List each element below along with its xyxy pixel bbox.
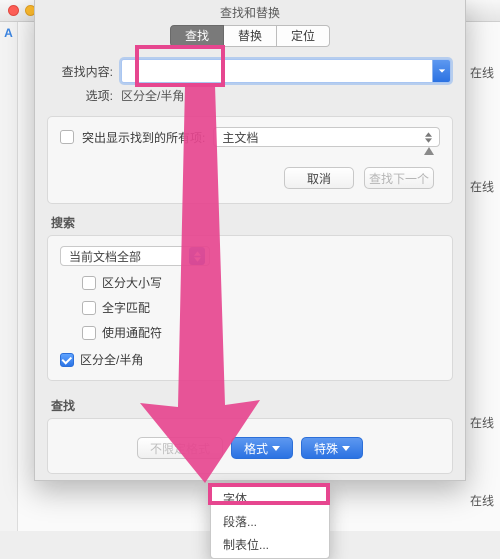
- highlight-scope-select[interactable]: 主文档: [213, 127, 440, 147]
- match-case-label: 区分大小写: [102, 274, 162, 291]
- status-online: 在线: [470, 178, 494, 195]
- special-button[interactable]: 特殊: [301, 437, 363, 459]
- updown-icon: [189, 247, 205, 265]
- special-button-label: 特殊: [314, 440, 338, 457]
- wildcards-label: 使用通配符: [102, 324, 162, 341]
- status-online: 在线: [470, 64, 494, 81]
- highlight-panel: 突出显示找到的所有项: 主文档 取消 查找下一个: [47, 116, 453, 204]
- menu-item-tabs[interactable]: 制表位...: [211, 533, 329, 556]
- find-format-title: 查找: [35, 391, 465, 418]
- match-case-checkbox[interactable]: [82, 276, 96, 290]
- search-scope-select[interactable]: 当前文档全部: [60, 246, 210, 266]
- search-scope-value: 当前文档全部: [69, 248, 179, 265]
- traffic-light-close-icon[interactable]: [8, 5, 19, 16]
- format-menu: 字体... 段落... 制表位...: [210, 484, 330, 559]
- status-online: 在线: [470, 414, 494, 431]
- find-input-wrapper: [121, 59, 451, 83]
- tab-goto[interactable]: 定位: [277, 25, 330, 47]
- cancel-button[interactable]: 取消: [284, 167, 354, 189]
- menu-item-font[interactable]: 字体...: [211, 487, 329, 510]
- find-history-dropdown[interactable]: [432, 60, 450, 82]
- find-label: 查找内容:: [49, 63, 113, 80]
- highlight-scope-value: 主文档: [222, 129, 415, 146]
- tab-find[interactable]: 查找: [170, 25, 224, 47]
- dialog-title: 查找和替换: [35, 0, 465, 23]
- format-button[interactable]: 格式: [231, 437, 293, 459]
- whole-word-label: 全字匹配: [102, 299, 150, 316]
- search-section-title: 搜索: [35, 214, 465, 235]
- menu-item-paragraph[interactable]: 段落...: [211, 510, 329, 533]
- status-online: 在线: [470, 492, 494, 509]
- tool-glyph[interactable]: A: [4, 26, 13, 40]
- parent-toolstrip: A: [0, 22, 18, 531]
- options-label: 选项:: [49, 87, 113, 104]
- no-format-button[interactable]: 不限定格式: [137, 437, 223, 459]
- tabs: 查找 替换 定位: [35, 23, 465, 55]
- format-button-label: 格式: [244, 440, 268, 457]
- find-format-panel: 不限定格式 格式 特殊: [47, 418, 453, 474]
- highlight-all-checkbox[interactable]: [60, 130, 74, 144]
- search-panel: 当前文档全部 区分大小写 全字匹配 使用通配符 区分全/半角: [47, 235, 453, 381]
- panel-collapse-caret[interactable]: [60, 147, 440, 159]
- find-next-button[interactable]: 查找下一个: [364, 167, 434, 189]
- whole-word-checkbox[interactable]: [82, 301, 96, 315]
- chevron-down-icon: [342, 446, 350, 451]
- find-input[interactable]: [122, 64, 432, 78]
- updown-icon: [421, 132, 435, 143]
- highlight-all-label: 突出显示找到的所有项:: [82, 129, 205, 146]
- tab-replace[interactable]: 替换: [224, 25, 277, 47]
- chevron-down-icon: [272, 446, 280, 451]
- full-half-checkbox[interactable]: [60, 353, 74, 367]
- options-value: 区分全/半角: [121, 87, 184, 104]
- find-replace-dialog: 查找和替换 查找 替换 定位 查找内容: 选项: 区分全/半角 突出显示找到的所…: [34, 0, 466, 481]
- wildcards-checkbox[interactable]: [82, 326, 96, 340]
- full-half-label: 区分全/半角: [80, 351, 143, 368]
